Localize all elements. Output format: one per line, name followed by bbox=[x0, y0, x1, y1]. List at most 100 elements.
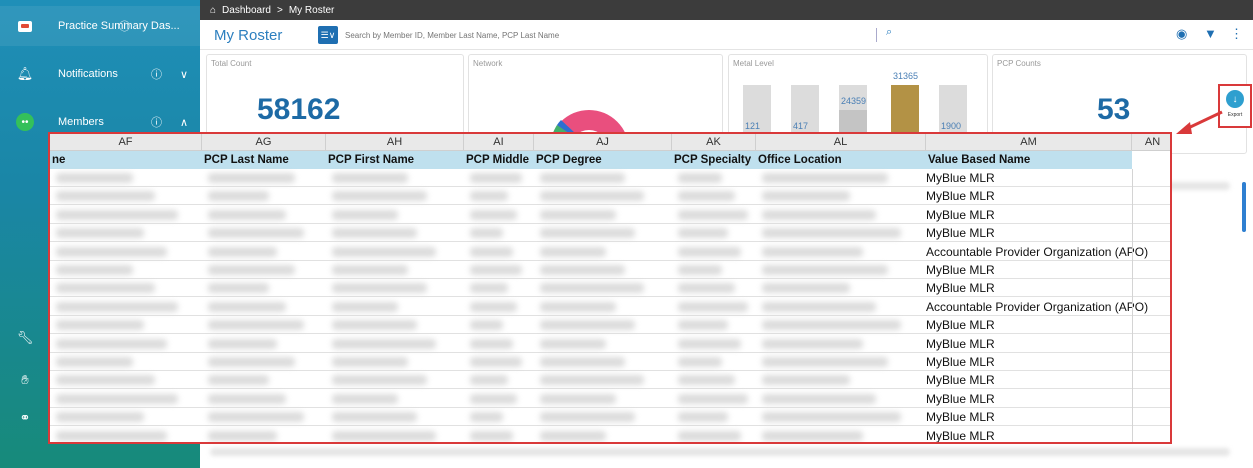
redacted-cell bbox=[332, 173, 408, 183]
value-based-name-cell: MyBlue MLR bbox=[926, 281, 995, 296]
table-row[interactable]: MyBlue MLR bbox=[50, 187, 1170, 206]
table-row[interactable]: MyBlue MLR bbox=[50, 316, 1170, 335]
redacted-cell bbox=[470, 283, 508, 294]
filter-icon[interactable]: ▼ bbox=[1204, 26, 1217, 41]
home-icon[interactable]: ⌂ bbox=[210, 5, 216, 16]
search-icon[interactable]: ⌕ bbox=[886, 26, 892, 39]
table-row[interactable]: MyBlue MLR bbox=[50, 353, 1170, 371]
redacted-cell bbox=[678, 283, 735, 294]
scrollbar[interactable] bbox=[1242, 182, 1246, 232]
redacted-cell bbox=[678, 393, 748, 404]
breadcrumb-separator: > bbox=[276, 4, 283, 16]
column-letter[interactable]: AG bbox=[202, 134, 326, 151]
redacted-cell bbox=[762, 357, 888, 367]
redacted-cell bbox=[678, 209, 748, 220]
chevron-down-icon[interactable]: ∨ bbox=[180, 68, 188, 81]
redacted-cell bbox=[540, 191, 644, 202]
column-letter[interactable]: AF bbox=[50, 134, 202, 151]
header-cell: PCP Last Name bbox=[202, 151, 326, 169]
card-label: PCP Counts bbox=[997, 59, 1041, 68]
redacted-cell bbox=[208, 191, 269, 202]
info-icon[interactable]: ⓘ bbox=[151, 114, 162, 130]
breadcrumb-dashboard[interactable]: Dashboard bbox=[222, 5, 271, 16]
export-icon: ↓ bbox=[1226, 90, 1244, 108]
redacted-cell bbox=[540, 375, 644, 386]
bell-icon: 🔔︎ bbox=[16, 66, 34, 81]
redacted-cell bbox=[332, 265, 408, 275]
table-row[interactable]: Accountable Provider Organization (APO) bbox=[50, 243, 1170, 261]
table-row[interactable]: Accountable Provider Organization (APO) bbox=[50, 298, 1170, 316]
redacted-cell bbox=[56, 430, 167, 441]
breadcrumb: ⌂ Dashboard > My Roster bbox=[200, 0, 1253, 20]
info-icon[interactable]: ⓘ bbox=[151, 66, 162, 82]
redacted-cell bbox=[678, 412, 728, 423]
redacted-cell bbox=[762, 301, 876, 312]
table-row[interactable]: MyBlue MLR bbox=[50, 408, 1170, 427]
table-row[interactable]: MyBlue MLR bbox=[50, 224, 1170, 243]
column-letter[interactable]: AI bbox=[464, 134, 534, 151]
column-letter[interactable]: AL bbox=[756, 134, 926, 151]
redacted-cell bbox=[470, 191, 508, 202]
info-icon[interactable]: ⓘ bbox=[119, 18, 130, 34]
card-label: Total Count bbox=[211, 59, 252, 68]
redacted-cell bbox=[540, 246, 606, 257]
link-icon: ⚭ bbox=[19, 410, 31, 425]
redacted-cell bbox=[208, 265, 295, 275]
table-row[interactable]: MyBlue MLR bbox=[50, 427, 1170, 442]
header-cell: Value Based Name bbox=[926, 151, 1132, 169]
table-row[interactable]: MyBlue MLR bbox=[50, 390, 1170, 408]
table-row[interactable]: MyBlue MLR bbox=[50, 279, 1170, 298]
redacted-cell bbox=[540, 283, 644, 294]
redacted-cell bbox=[470, 265, 522, 275]
redacted-cell bbox=[678, 265, 722, 275]
redacted-cell bbox=[56, 265, 133, 275]
redacted-cell bbox=[470, 246, 513, 257]
redacted-cell bbox=[678, 375, 735, 386]
sidebar-item-notifications[interactable]: 🔔︎ Notifications ⓘ ∨ bbox=[0, 54, 200, 94]
redacted-cell bbox=[208, 412, 304, 423]
value-based-name-cell: MyBlue MLR bbox=[926, 355, 995, 369]
page-header: My Roster ☰∨ ⌕ ◉ ▼ ⋮ bbox=[200, 20, 1253, 50]
redacted-cell bbox=[56, 393, 178, 404]
value-based-name-cell: MyBlue MLR bbox=[926, 171, 995, 185]
value-based-name-cell: MyBlue MLR bbox=[926, 391, 995, 406]
redacted-cell bbox=[762, 375, 850, 386]
redacted-cell bbox=[540, 320, 635, 331]
view-toggle-button[interactable]: ☰∨ bbox=[318, 26, 338, 44]
table-row[interactable]: MyBlue MLR bbox=[50, 335, 1170, 353]
chevron-up-icon[interactable]: ∧ bbox=[180, 116, 188, 129]
value-based-name-cell: MyBlue MLR bbox=[926, 226, 995, 241]
metal-bar-value: 31365 bbox=[893, 71, 919, 81]
redacted-cell bbox=[762, 246, 863, 257]
header-cell: PCP Specialty bbox=[672, 151, 756, 169]
column-letter[interactable]: AM bbox=[926, 134, 1132, 151]
redacted-cell bbox=[762, 430, 863, 441]
metal-bar-value: 24359 bbox=[841, 96, 867, 106]
table-row[interactable]: MyBlue MLR bbox=[50, 206, 1170, 224]
redacted-cell bbox=[762, 320, 901, 331]
value-based-name-cell: Accountable Provider Organization (APO) bbox=[926, 299, 1149, 314]
callout-arrow bbox=[1176, 110, 1223, 134]
sidebar-item-practice-summary[interactable]: Practice Summary Das... ⓘ bbox=[0, 6, 200, 46]
redacted-cell bbox=[56, 375, 155, 386]
redacted-cell bbox=[540, 338, 606, 349]
column-letter[interactable]: AK bbox=[672, 134, 756, 151]
column-letter[interactable]: AH bbox=[326, 134, 464, 151]
search-input[interactable] bbox=[345, 26, 885, 44]
redacted-cell bbox=[540, 430, 606, 441]
column-letter[interactable]: AJ bbox=[534, 134, 672, 151]
table-row[interactable]: MyBlue MLR bbox=[50, 169, 1170, 187]
column-letter[interactable]: AN bbox=[1132, 134, 1170, 151]
more-options-icon[interactable]: ⋮ bbox=[1230, 26, 1243, 42]
table-row[interactable]: MyBlue MLR bbox=[50, 261, 1170, 279]
redacted-cell bbox=[208, 173, 295, 183]
location-pin-icon[interactable]: ◉ bbox=[1176, 26, 1187, 42]
table-row[interactable]: MyBlue MLR bbox=[50, 371, 1170, 390]
redacted-cell bbox=[208, 209, 286, 220]
background-row bbox=[210, 448, 1230, 456]
wrench-icon: 🔧︎ bbox=[16, 330, 34, 345]
redacted-cell bbox=[208, 357, 295, 367]
redacted-cell bbox=[540, 265, 625, 275]
hands-icon: ✋︎ bbox=[21, 372, 29, 387]
redacted-cell bbox=[540, 412, 635, 423]
